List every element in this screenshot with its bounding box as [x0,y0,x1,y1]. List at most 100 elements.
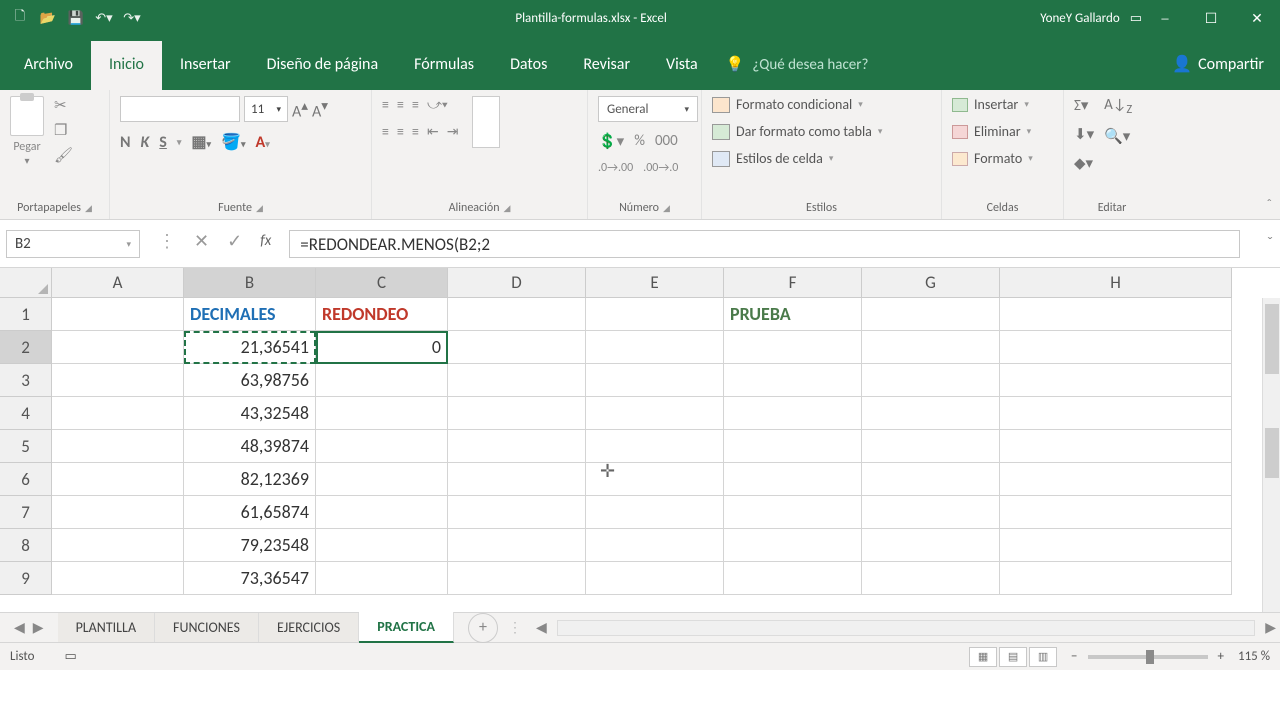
thousands-icon[interactable]: 000 [655,132,678,151]
cell-H1[interactable] [1000,298,1232,331]
cell-F1[interactable]: PRUEBA [724,298,862,331]
row-header-1[interactable]: 1 [0,298,52,331]
align-right-icon[interactable]: ≡ [412,123,419,140]
cell-A6[interactable] [52,463,184,496]
horizontal-scrollbar[interactable] [557,620,1255,636]
share-button[interactable]: 👤 Compartir [1156,40,1280,90]
save-icon[interactable]: 💾 [64,6,88,30]
cell-G6[interactable] [862,463,1000,496]
launcher-icon[interactable]: ◢ [504,203,511,214]
redo-icon[interactable]: ↷▾ [120,6,144,30]
cell-D4[interactable] [448,397,586,430]
cell-G1[interactable] [862,298,1000,331]
align-bottom-icon[interactable]: ≡ [412,96,419,113]
cell-H7[interactable] [1000,496,1232,529]
format-cells-button[interactable]: Formato▾ [952,150,1033,167]
currency-icon[interactable]: 💲▾ [598,132,624,151]
cell-A9[interactable] [52,562,184,595]
zoom-level[interactable]: 115 % [1238,649,1270,664]
cell-E7[interactable] [586,496,724,529]
sort-filter-icon[interactable]: A↓Z [1104,96,1132,117]
col-header-B[interactable]: B [184,268,316,298]
cell-C1[interactable]: REDONDEO [316,298,448,331]
tab-datos[interactable]: Datos [492,41,565,90]
open-file-icon[interactable]: 📂 [36,6,60,30]
spreadsheet-grid[interactable]: ABCDEFGH 123456789 DECIMALESREDONDEOPRUE… [0,268,1280,612]
collapse-ribbon-icon[interactable]: ˆ [1266,196,1272,213]
font-size-combo[interactable]: 11▾ [244,96,288,122]
cell-B8[interactable]: 79,23548 [184,529,316,562]
new-sheet-button[interactable]: + [468,613,498,643]
tab-archivo[interactable]: Archivo [6,41,91,90]
formula-input[interactable]: =REDONDEAR.MENOS(B2;2 [289,230,1240,258]
percent-icon[interactable]: % [634,132,645,151]
cell-C8[interactable] [316,529,448,562]
close-button[interactable]: ✕ [1234,0,1280,36]
wrap-merge-icon[interactable] [472,96,500,148]
cell-H3[interactable] [1000,364,1232,397]
view-page-layout-icon[interactable]: ▤ [999,647,1027,667]
view-normal-icon[interactable]: ▦ [969,647,997,667]
format-painter-icon[interactable]: 🖌 [54,146,73,165]
col-header-C[interactable]: C [316,268,448,298]
cell-G3[interactable] [862,364,1000,397]
cell-E3[interactable] [586,364,724,397]
cell-D8[interactable] [448,529,586,562]
cell-F8[interactable] [724,529,862,562]
decrease-font-icon[interactable]: A▾ [312,97,328,121]
cell-H5[interactable] [1000,430,1232,463]
cell-B7[interactable]: 61,65874 [184,496,316,529]
zoom-in-icon[interactable]: + [1218,649,1224,664]
copy-icon[interactable]: ❐ [54,121,73,140]
row-header-6[interactable]: 6 [0,463,52,496]
cell-B6[interactable]: 82,12369 [184,463,316,496]
col-header-H[interactable]: H [1000,268,1232,298]
zoom-slider[interactable] [1088,655,1208,659]
borders-button[interactable]: ▦▾ [191,132,211,152]
col-header-G[interactable]: G [862,268,1000,298]
sheet-tab-ejercicios[interactable]: EJERCICIOS [259,613,359,642]
tab-nav-prev-icon[interactable]: ◀ [14,619,25,636]
cell-F6[interactable] [724,463,862,496]
cell-G9[interactable] [862,562,1000,595]
insert-cells-button[interactable]: Insertar▾ [952,96,1029,113]
cell-C5[interactable] [316,430,448,463]
row-header-2[interactable]: 2 [0,331,52,364]
cell-B1[interactable]: DECIMALES [184,298,316,331]
align-left-icon[interactable]: ≡ [382,123,389,140]
cell-A7[interactable] [52,496,184,529]
delete-cells-button[interactable]: Eliminar▾ [952,123,1031,140]
cut-icon[interactable]: ✂ [54,96,73,115]
view-page-break-icon[interactable]: ▥ [1029,647,1057,667]
cell-D7[interactable] [448,496,586,529]
cell-H8[interactable] [1000,529,1232,562]
expand-formula-bar-icon[interactable]: ˇ [1260,230,1280,253]
cell-G5[interactable] [862,430,1000,463]
cell-A5[interactable] [52,430,184,463]
tab-insertar[interactable]: Insertar [162,41,249,90]
zoom-out-icon[interactable]: − [1071,649,1077,664]
hscroll-right-icon[interactable]: ▶ [1261,619,1280,636]
cell-A4[interactable] [52,397,184,430]
increase-font-icon[interactable]: A▴ [292,97,308,121]
macro-record-icon[interactable]: ▭ [64,649,76,664]
row-header-7[interactable]: 7 [0,496,52,529]
cell-D1[interactable] [448,298,586,331]
cell-G4[interactable] [862,397,1000,430]
maximize-button[interactable]: ☐ [1188,0,1234,36]
cell-H9[interactable] [1000,562,1232,595]
cell-B2[interactable]: 21,36541 [184,331,316,364]
cell-C4[interactable] [316,397,448,430]
cell-F4[interactable] [724,397,862,430]
cell-B3[interactable]: 63,98756 [184,364,316,397]
fill-icon[interactable]: ⬇▾ [1074,125,1094,144]
find-select-icon[interactable]: 🔍▾ [1104,127,1132,146]
cell-C3[interactable] [316,364,448,397]
cell-C2[interactable]: 0 [316,331,448,364]
ribbon-options-icon[interactable]: ▭ [1130,11,1142,26]
accept-formula-icon[interactable]: ✓ [227,230,242,252]
align-middle-icon[interactable]: ≡ [397,96,404,113]
fx-icon[interactable]: fx [260,232,271,250]
cell-G2[interactable] [862,331,1000,364]
row-header-9[interactable]: 9 [0,562,52,595]
